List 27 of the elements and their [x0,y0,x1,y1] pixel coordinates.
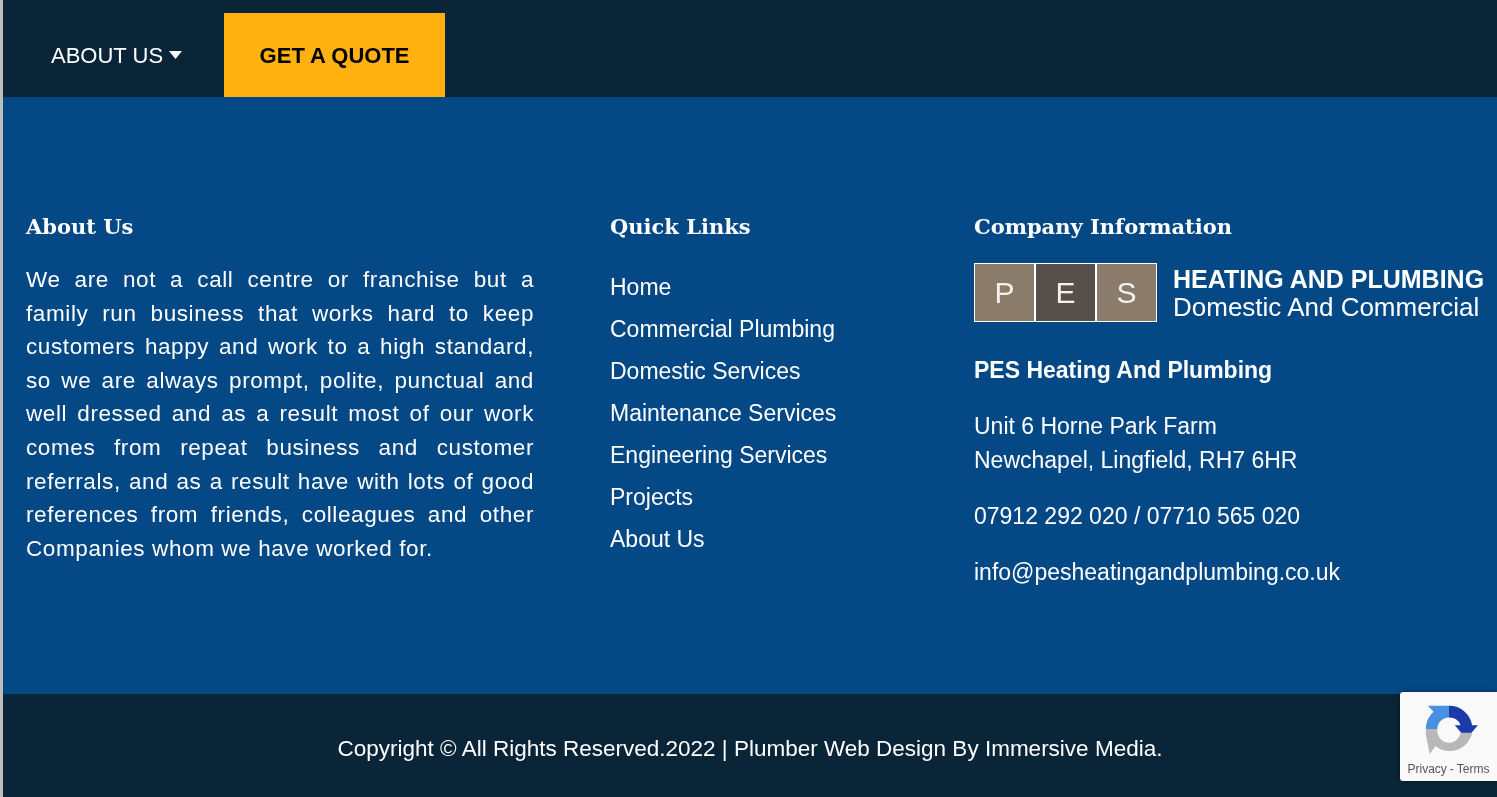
address-text: Unit 6 Horne Park Farm Newchapel, Lingfield, RH7 6HR [974,412,1299,475]
quote-button[interactable]: GET A QUOTE [224,13,446,97]
logo-letter-tile: E [1036,264,1095,321]
logo-subtitle: Domestic And Commercial [1173,292,1481,321]
logo-letter-tile: P [975,264,1034,321]
column-heading: About Us [26,213,135,241]
terms-link[interactable]: Terms [1456,760,1490,778]
column-heading: Quick Links [610,213,752,241]
footer-link[interactable]: Projects [610,476,694,518]
footer-link[interactable]: About Us [610,518,705,560]
privacy-link[interactable]: Privacy [1407,760,1447,778]
footer-link[interactable]: Domestic Services [610,350,801,392]
footer-link[interactable]: Maintenance Services [610,392,837,434]
email-link[interactable]: info@pesheatingandplumbing.co.uk [974,555,1485,589]
logo-letter-tile: S [1097,264,1156,321]
logo-title: HEATING AND PLUMBING [1173,264,1485,293]
footer-link[interactable]: Engineering Services [610,434,828,476]
caret-down-icon [169,51,183,59]
footer-link[interactable]: Home [610,266,672,308]
nav-dropdown-link[interactable]: ABOUT US [51,13,183,97]
about-paragraph: We are not a call centre or franchise but a family run business that works hard to keep customers happy and work to a high standard, so we are always prompt, polite, punctual and well dressed and as a result most of our work comes from repeat business and customer referrals, and as a result have with lots of good references from friends, colleagues and other Companies whom we have worked for. [26,266,534,563]
column-heading: Company Information [974,213,1233,241]
company-name: PES Heating And Plumbing [974,356,1274,385]
copyright-text: Copyright © All Rights Reserved.2022 | Plumber Web Design By Immersive Media. [337,734,1163,763]
phone-link[interactable]: 07912 292 020 / 07710 565 020 [974,499,1485,533]
link-separator: - [1449,761,1454,778]
footer-link[interactable]: Commercial Plumbing [610,308,835,350]
